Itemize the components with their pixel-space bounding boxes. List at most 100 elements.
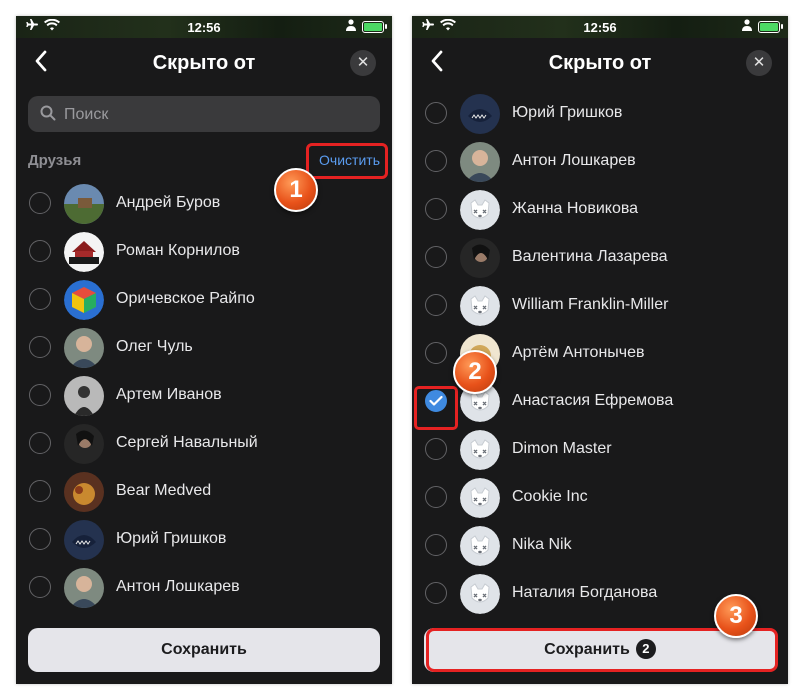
checkbox[interactable] [425, 582, 447, 604]
friend-name: Олег Чуль [116, 338, 193, 355]
close-icon: ✕ [752, 54, 766, 71]
person-icon [742, 19, 752, 34]
friend-name: Артем Иванов [116, 386, 222, 403]
checkbox[interactable] [425, 486, 447, 508]
friend-name: Оричевское Райпо [116, 290, 255, 307]
save-button-label: Сохранить [161, 641, 247, 658]
checkbox[interactable] [29, 192, 51, 214]
close-button[interactable]: ✕ [350, 50, 376, 76]
avatar [64, 328, 104, 368]
clock: 12:56 [187, 20, 221, 35]
checkbox[interactable] [29, 480, 51, 502]
battery-icon [758, 20, 783, 33]
page-title: Скрыто от [152, 52, 256, 74]
avatar [64, 280, 104, 320]
header: Скрыто от ✕ [412, 38, 788, 88]
save-button[interactable]: Сохранить [28, 628, 380, 672]
friend-row[interactable]: Роман Корнилов [16, 228, 392, 276]
friend-name: Bear Medved [116, 482, 212, 499]
status-bar: 12:56 [412, 16, 788, 38]
friend-row[interactable]: Сергей Навальный [16, 420, 392, 468]
checkbox[interactable] [29, 432, 51, 454]
friend-row[interactable]: Dimon Master [412, 426, 788, 474]
friend-row[interactable]: Антон Лошкарев [412, 138, 788, 186]
checkbox[interactable] [425, 102, 447, 124]
avatar [460, 190, 500, 230]
avatar [64, 568, 104, 608]
avatar [64, 424, 104, 464]
friend-row[interactable]: Nika Nik [412, 522, 788, 570]
close-icon: ✕ [356, 54, 370, 71]
friend-row[interactable]: Артем Иванов [16, 372, 392, 420]
step-marker: 3 [714, 594, 758, 638]
checkbox[interactable] [425, 198, 447, 220]
friend-name: Роман Корнилов [116, 242, 240, 259]
friend-row[interactable]: Олег Чуль [16, 324, 392, 372]
avatar [460, 286, 500, 326]
highlight-frame [414, 386, 458, 430]
checkbox[interactable] [29, 336, 51, 358]
friend-name: Cookie Inc [512, 488, 588, 505]
avatar [64, 376, 104, 416]
search-field[interactable] [28, 96, 380, 134]
checkbox[interactable] [425, 342, 447, 364]
avatar [460, 478, 500, 518]
checkbox[interactable] [29, 240, 51, 262]
friend-name: Андрей Буров [116, 194, 221, 211]
battery-icon [362, 20, 387, 33]
avatar [64, 232, 104, 272]
step-marker: 1 [274, 168, 318, 212]
avatar [64, 472, 104, 512]
avatar [460, 238, 500, 278]
avatar [460, 142, 500, 182]
checkbox[interactable] [29, 384, 51, 406]
header: Скрыто от ✕ [16, 38, 392, 88]
friend-name: Валентина Лазарева [512, 248, 668, 265]
friend-row[interactable]: Андрей Буров [16, 180, 392, 228]
friend-name: Наталия Богданова [512, 584, 658, 601]
friend-row[interactable]: Антон Лошкарев [16, 564, 392, 612]
person-icon [346, 19, 356, 34]
checkbox[interactable] [425, 438, 447, 460]
checkbox[interactable] [425, 246, 447, 268]
step-marker: 2 [453, 350, 497, 394]
friend-name: Анастасия Ефремова [512, 392, 674, 409]
friend-name: Антон Лошкарев [116, 578, 240, 595]
highlight-frame [306, 143, 388, 179]
friend-name: Юрий Гришков [116, 530, 227, 547]
friend-row[interactable]: Юрий Гришков [412, 90, 788, 138]
search-input[interactable] [62, 96, 366, 134]
checkbox[interactable] [29, 528, 51, 550]
avatar [460, 430, 500, 470]
checkbox[interactable] [29, 576, 51, 598]
friend-name: Сергей Навальный [116, 434, 258, 451]
search-icon [40, 105, 56, 126]
avatar [460, 574, 500, 614]
page-title: Скрыто от [548, 52, 652, 74]
friend-row[interactable]: Оричевское Райпо [16, 276, 392, 324]
checkbox[interactable] [425, 534, 447, 556]
friend-name: Антон Лошкарев [512, 152, 636, 169]
friend-name: Юрий Гришков [512, 104, 623, 121]
friend-name: Артём Антонычев [512, 344, 645, 361]
friend-row[interactable]: Валентина Лазарева [412, 234, 788, 282]
clock: 12:56 [583, 20, 617, 35]
friend-row[interactable]: Жанна Новикова [412, 186, 788, 234]
friend-name: Dimon Master [512, 440, 612, 457]
section-title: Друзья [28, 152, 82, 169]
avatar [64, 184, 104, 224]
checkbox[interactable] [425, 150, 447, 172]
avatar [460, 526, 500, 566]
friend-row[interactable]: Юрий Гришков [16, 516, 392, 564]
close-button[interactable]: ✕ [746, 50, 772, 76]
friend-row[interactable]: Bear Medved [16, 468, 392, 516]
avatar [460, 94, 500, 134]
checkbox[interactable] [29, 288, 51, 310]
avatar [64, 520, 104, 560]
friend-row[interactable]: William Franklin-Miller [412, 282, 788, 330]
checkbox[interactable] [425, 294, 447, 316]
friend-name: Жанна Новикова [512, 200, 639, 217]
friend-row[interactable]: Cookie Inc [412, 474, 788, 522]
status-bar: 12:56 [16, 16, 392, 38]
friend-name: William Franklin-Miller [512, 296, 669, 313]
